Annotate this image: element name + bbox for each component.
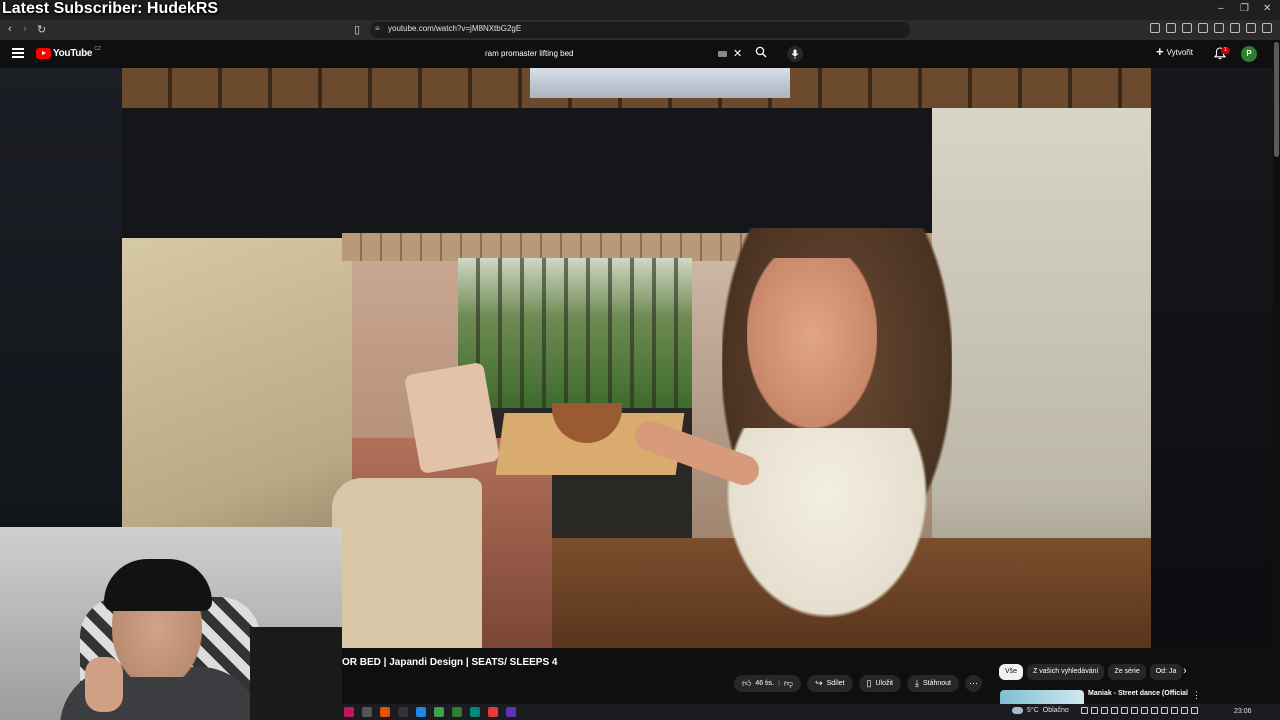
browser-toolbar: ‹ › ↻ ▯ ≡ youtube.com/watch?v=jM8NXtbG2g…: [0, 20, 1280, 40]
extension-icon[interactable]: [1182, 23, 1192, 33]
screen: – ❐ ✕ Latest Subscriber: HudekRS ‹ › ↻ ▯…: [0, 0, 1280, 720]
tray-icon[interactable]: [1180, 707, 1188, 714]
search-button[interactable]: [752, 46, 770, 63]
ambient-right: [1151, 68, 1280, 648]
related-filter-chips: Vše Z vašich vyhledávání Ze série Od: Ja: [999, 664, 1183, 680]
restore-button[interactable]: ❐: [1240, 3, 1249, 14]
more-actions-icon[interactable]: ⋯: [965, 675, 982, 692]
voice-search-button[interactable]: [787, 46, 803, 62]
hamburger-menu-icon[interactable]: [12, 48, 24, 58]
app-icon[interactable]: [362, 707, 372, 717]
mic-icon: [791, 49, 799, 59]
chip-from-channel[interactable]: Od: Ja: [1149, 664, 1183, 680]
create-button[interactable]: + Vytvořit: [1156, 44, 1193, 59]
taskbar-apps: [344, 707, 516, 717]
plus-icon: +: [1156, 44, 1164, 59]
like-count: 46 tis.: [755, 680, 775, 687]
youtube-logo[interactable]: YouTube CZ: [36, 45, 101, 59]
app-icon[interactable]: [398, 707, 408, 717]
stream-overlay-title: Latest Subscriber: HudekRS: [2, 0, 219, 17]
extension-icon[interactable]: [1246, 23, 1256, 33]
extension-icon[interactable]: [1230, 23, 1240, 33]
search-icon: [755, 46, 767, 58]
tray-icon[interactable]: [1130, 707, 1138, 714]
tray-icon[interactable]: [1080, 707, 1088, 714]
extension-icon[interactable]: [1214, 23, 1224, 33]
minimize-button[interactable]: –: [1218, 3, 1224, 14]
tray-icon[interactable]: [1140, 707, 1148, 714]
forward-icon[interactable]: ›: [23, 23, 27, 35]
app-icon[interactable]: [488, 707, 498, 717]
more-vert-icon[interactable]: ⋮: [1192, 690, 1201, 701]
youtube-play-icon: [36, 48, 51, 59]
save-button[interactable]: ▯ Uložit: [858, 675, 901, 692]
share-button[interactable]: ↪ Sdílet: [807, 675, 853, 692]
menu-icon[interactable]: [1262, 23, 1272, 33]
save-label: Uložit: [875, 680, 893, 687]
video-actions: 👍︎ 46 tis. | 👎︎ ↪ Sdílet ▯ Uložit ⤓ Stáh…: [734, 675, 982, 692]
clock[interactable]: 23:06: [1234, 708, 1252, 715]
keyboard-icon[interactable]: [718, 51, 727, 57]
bookmark-icon[interactable]: ▯: [354, 23, 360, 36]
extension-icon[interactable]: [1166, 23, 1176, 33]
app-icon[interactable]: [470, 707, 480, 717]
recommendation-title[interactable]: Maniak - Street dance (Official: [1088, 690, 1188, 697]
tray-icon[interactable]: [1120, 707, 1128, 714]
download-label: Stáhnout: [922, 680, 951, 687]
app-icon[interactable]: [506, 707, 516, 717]
tray-icon[interactable]: [1150, 707, 1158, 714]
tray-icon[interactable]: [1110, 707, 1118, 714]
notification-badge: 1: [1221, 47, 1230, 54]
thumbs-up-icon: 👍︎: [742, 678, 752, 688]
webcam-overlay: [0, 527, 342, 720]
cloud-icon: [1012, 707, 1023, 714]
scrollbar-thumb[interactable]: [1274, 42, 1279, 157]
clear-search-icon[interactable]: ✕: [733, 47, 742, 60]
share-icon: ↪: [815, 678, 823, 688]
download-icon: ⤓: [914, 678, 919, 688]
back-icon[interactable]: ‹: [8, 23, 12, 35]
share-label: Sdílet: [826, 680, 845, 687]
chip-from-series[interactable]: Ze série: [1108, 664, 1146, 680]
system-tray: 5°C Oblačno: [1012, 707, 1198, 714]
site-info-icon[interactable]: ≡: [375, 24, 380, 33]
tray-icon[interactable]: [1100, 707, 1108, 714]
app-icon[interactable]: [344, 707, 354, 717]
extension-icon[interactable]: [1150, 23, 1160, 33]
youtube-masthead: YouTube CZ ram promaster lifting bed ✕ +…: [0, 40, 1280, 68]
app-icon[interactable]: [416, 707, 426, 717]
weather-desc[interactable]: Oblačno: [1043, 707, 1069, 714]
search-query[interactable]: ram promaster lifting bed: [485, 49, 573, 58]
download-button[interactable]: ⤓ Stáhnout: [906, 675, 959, 692]
tray-icon[interactable]: [1160, 707, 1168, 714]
extension-icon[interactable]: [1198, 23, 1208, 33]
bookmark-icon: ▯: [866, 678, 872, 688]
address-bar[interactable]: ≡ youtube.com/watch?v=jM8NXtbG2gE: [370, 22, 910, 38]
tray-icon[interactable]: [1190, 707, 1198, 714]
app-icon[interactable]: [452, 707, 462, 717]
app-icon[interactable]: [380, 707, 390, 717]
youtube-logo-text: YouTube: [53, 48, 93, 59]
country-code: CZ: [94, 45, 101, 52]
like-button[interactable]: 👍︎ 46 tis. | 👎︎: [734, 675, 802, 692]
chip-from-searches[interactable]: Z vašich vyhledávání: [1027, 664, 1105, 680]
tray-icon[interactable]: [1090, 707, 1098, 714]
toolbar-extensions: [1150, 23, 1272, 33]
recommendation-thumbnail[interactable]: [1000, 690, 1084, 704]
page-scrollbar[interactable]: [1273, 40, 1280, 704]
chevron-right-icon[interactable]: ›: [1183, 665, 1187, 677]
thumbs-down-icon[interactable]: 👎︎: [784, 678, 793, 689]
reload-icon[interactable]: ↻: [37, 23, 46, 36]
weather-temp[interactable]: 5°C: [1027, 707, 1039, 714]
search-input[interactable]: ram promaster lifting bed ✕: [479, 46, 745, 63]
app-icon[interactable]: [434, 707, 444, 717]
close-window-button[interactable]: ✕: [1263, 3, 1271, 14]
url-text[interactable]: youtube.com/watch?v=jM8NXtbG2gE: [388, 24, 521, 33]
create-label: Vytvořit: [1166, 47, 1193, 57]
chip-all[interactable]: Vše: [999, 664, 1024, 680]
tray-icon[interactable]: [1170, 707, 1178, 714]
video-title: OR BED | Japandi Design | SEATS/ SLEEPS …: [342, 657, 558, 668]
avatar[interactable]: P: [1241, 46, 1257, 62]
